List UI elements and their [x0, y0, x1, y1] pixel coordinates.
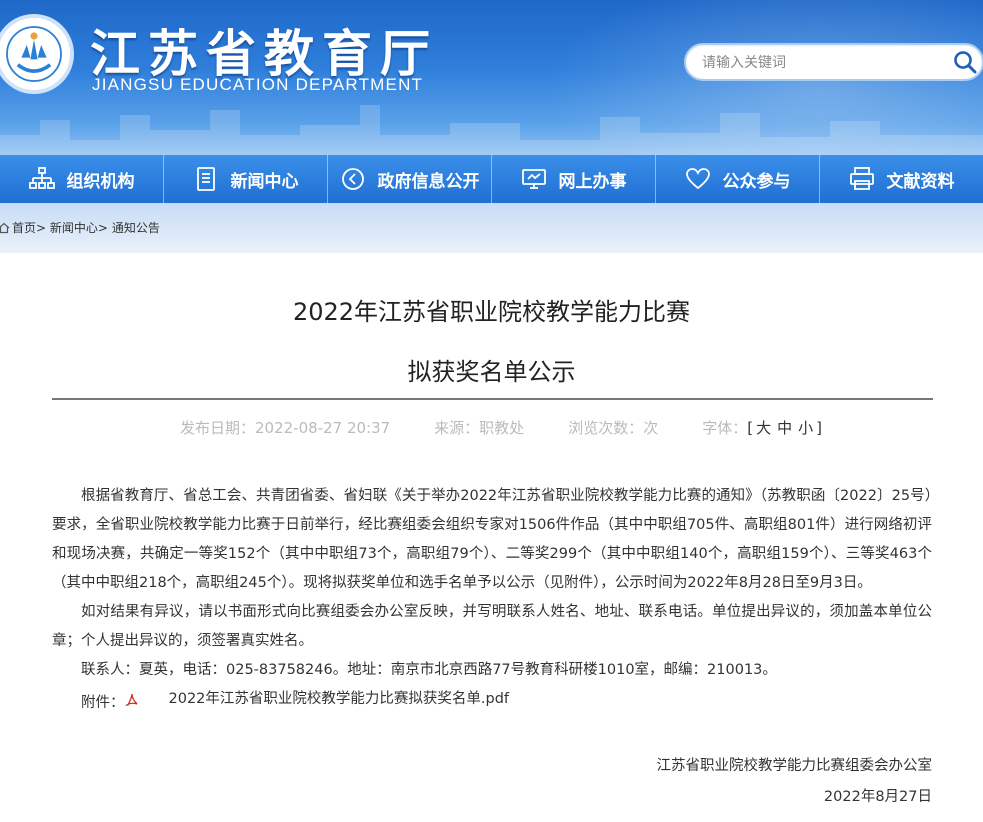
search-icon[interactable]: [952, 49, 978, 75]
attachment-link[interactable]: 2022年江苏省职业院校教学能力比赛拟获奖名单.pdf: [140, 685, 510, 714]
signature: 江苏省职业院校教学能力比赛组委会办公室: [656, 758, 933, 774]
bracket-open: [: [747, 419, 754, 437]
breadcrumb-notice-link[interactable]: 通知公告: [112, 219, 160, 236]
org-chart-icon: [28, 167, 55, 189]
document-icon: [196, 167, 215, 191]
article-title-line1: 2022年江苏省职业院校教学能力比赛: [292, 298, 691, 326]
monitor-icon: [521, 169, 546, 189]
breadcrumb-home-link[interactable]: 首页: [12, 219, 36, 236]
search-box: [684, 43, 983, 81]
nav-item-online-service[interactable]: 网上办事: [492, 155, 656, 203]
breadcrumb-separator: >: [97, 220, 108, 235]
pdf-icon: [124, 693, 137, 706]
bracket-close: ]: [816, 419, 822, 437]
nav-label: 文献资料: [886, 171, 955, 192]
font-small-button[interactable]: 小: [798, 419, 813, 437]
nav-label: 网上办事: [558, 171, 627, 192]
breadcrumb-separator: >: [36, 220, 47, 235]
header-banner: 江苏省教育厅 JIANGSU EDUCATION DEPARTMENT: [0, 0, 983, 155]
nav-item-org[interactable]: 组织机构: [0, 155, 164, 203]
nav-label: 组织机构: [66, 171, 135, 192]
font-size-switcher: [大中小]: [747, 417, 822, 438]
attachment-label: 附件：: [81, 695, 125, 711]
play-circle-icon: [341, 168, 364, 190]
attachment: 2022年江苏省职业院校教学能力比赛拟获奖名单.pdf: [124, 685, 510, 714]
breadcrumb-news-link[interactable]: 新闻中心: [50, 219, 98, 236]
article-paragraph: 联系人：夏英，电话：025-83758246。地址：南京市北京西路77号教育科研…: [81, 662, 777, 678]
main-nav: 组织机构 新闻中心 政府信息公开 网上办事 公众参与 文献资料: [0, 155, 983, 203]
search-input[interactable]: [702, 52, 932, 74]
nav-label: 新闻中心: [230, 171, 299, 192]
heart-icon: [685, 168, 710, 190]
article-paragraph: 如对结果有异议，请以书面形式向比赛组委会办公室反映，并写明联系人姓名、地址、联系…: [52, 604, 932, 649]
title-divider: [52, 398, 933, 400]
article-source: 来源：职教处: [434, 419, 525, 437]
meta-gap: [658, 417, 702, 438]
home-icon: [0, 222, 10, 233]
font-size-label: 字体：: [702, 419, 748, 437]
article-paragraph: 根据省教育厅、省总工会、共青团省委、省妇联《关于举办2022年江苏省职业院校教学…: [52, 488, 932, 591]
article-title-line2: 拟获奖名单公示: [407, 358, 576, 386]
font-medium-button[interactable]: 中: [777, 419, 792, 437]
skyline-decoration: [0, 105, 983, 155]
nav-item-gov-info[interactable]: 政府信息公开: [328, 155, 492, 203]
attachment-row: 附件： 2022年江苏省职业院校教学能力比赛拟获奖名单.pdf: [52, 685, 932, 718]
nav-label: 政府信息公开: [377, 171, 480, 192]
meta-gap: [390, 417, 434, 438]
breadcrumb-strip: 首页 > 新闻中心 > 通知公告: [0, 203, 983, 253]
nav-item-public[interactable]: 公众参与: [656, 155, 820, 203]
breadcrumb: 首页 > 新闻中心 > 通知公告: [0, 219, 160, 236]
sign-date: 2022年8月27日: [823, 789, 932, 805]
publish-date: 发布日期：2022-08-27 20:37: [180, 419, 391, 437]
logo-emblem-icon[interactable]: [0, 14, 74, 94]
meta-gap: [524, 417, 568, 438]
view-count: 浏览次数：次: [568, 419, 659, 437]
font-large-button[interactable]: 大: [756, 419, 771, 437]
nav-label: 公众参与: [722, 171, 791, 192]
site-subtitle: JIANGSU EDUCATION DEPARTMENT: [92, 75, 424, 94]
article-body: 根据省教育厅、省总工会、共青团省委、省妇联《关于举办2022年江苏省职业院校教学…: [52, 482, 932, 718]
article-meta: 发布日期：2022-08-27 20:37 来源：职教处 浏览次数：次 字体： …: [180, 417, 822, 438]
printer-icon: [849, 167, 874, 190]
nav-item-documents[interactable]: 文献资料: [820, 155, 983, 203]
nav-item-news[interactable]: 新闻中心: [164, 155, 328, 203]
